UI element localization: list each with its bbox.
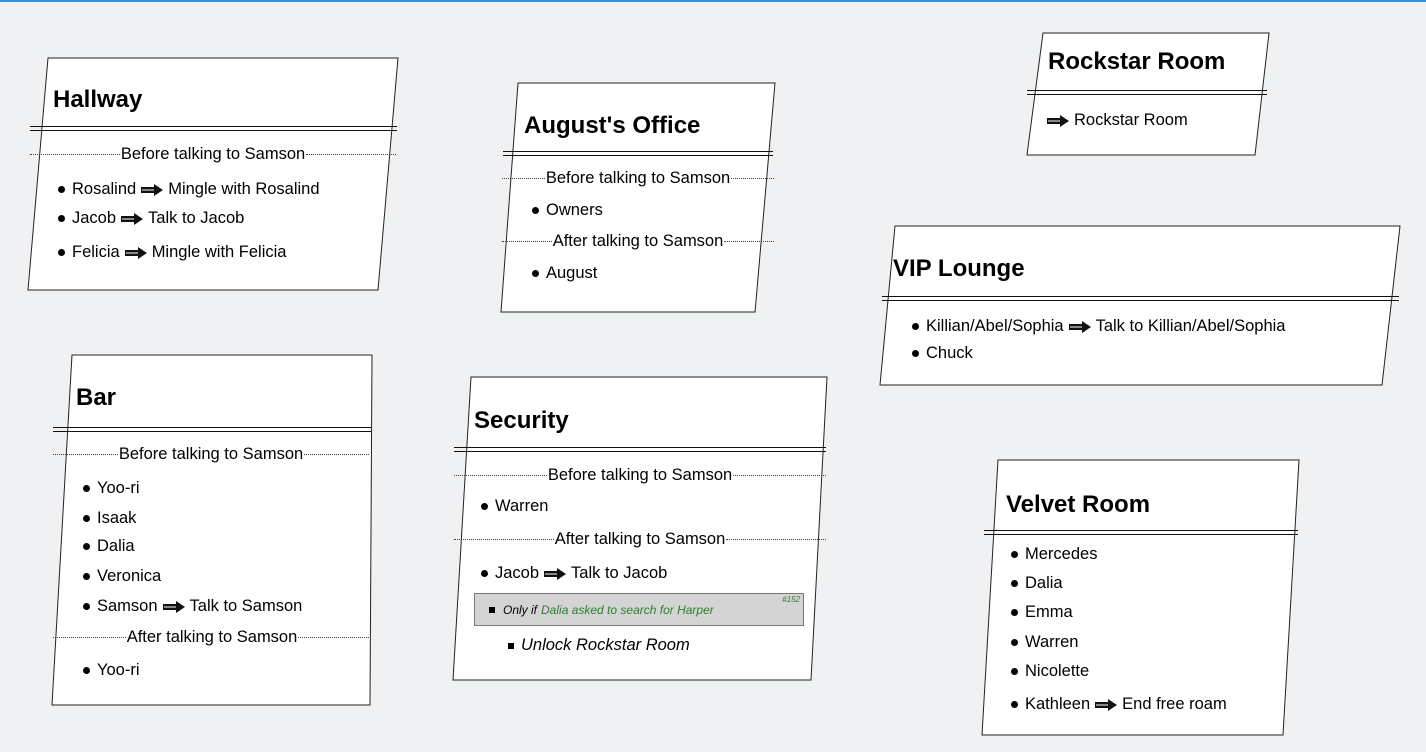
title-divider [454,447,826,452]
card-title: Bar [76,384,117,411]
card-title: Rockstar Room [1048,48,1226,75]
list-item: Yoo-ri [83,479,140,498]
bullet-icon [912,323,919,330]
card-title: August's Office [524,112,701,139]
separator-before-samson: Before talking to Samson [454,466,827,484]
separator-before-samson: Before talking to Samson [502,169,775,187]
bullet-icon [481,503,488,510]
bullet-icon [1011,551,1018,558]
arrow-icon [1095,698,1118,711]
separator-before-samson: Before talking to Samson [53,445,370,463]
bullet-icon [912,350,919,357]
bullet-icon [58,215,65,222]
arrow-icon [162,600,185,613]
unlock-item: Unlock Rockstar Room [508,636,690,655]
arrow-icon [124,246,147,259]
card-title: Security [474,407,569,434]
title-divider [984,530,1298,535]
bullet-icon [532,207,539,214]
title-divider [503,151,773,156]
bullet-icon [481,570,488,577]
list-item: Kathleen End free roam [1011,695,1227,714]
card-title: VIP Lounge [893,255,1025,282]
arrow-icon [1047,114,1069,127]
list-item: Jacob Talk to Jacob [481,564,667,583]
bullet-icon [1011,701,1018,708]
bullet-icon [83,543,90,550]
card-title: Velvet Room [1006,491,1151,518]
bullet-icon [508,642,514,649]
list-item: Emma [1011,603,1073,622]
title-divider [882,296,1399,301]
list-item: Mercedes [1011,545,1097,564]
list-item: Chuck [912,344,973,363]
bullet-icon [1011,609,1018,616]
bullet-icon [489,606,495,613]
bullet-icon [58,186,65,193]
title-divider [30,126,397,131]
bullet-icon [83,515,90,522]
list-item: Felicia Mingle with Felicia [58,243,286,262]
bullet-icon [83,573,90,580]
list-item: Warren [1011,633,1078,652]
bullet-icon [83,603,90,610]
bullet-icon [58,249,65,256]
list-item: Yoo-ri [83,661,140,680]
list-item: August [532,264,597,283]
list-item: Dalia [83,537,135,556]
separator-before-samson: Before talking to Samson [30,145,397,163]
separator-after-samson: After talking to Samson [502,232,774,250]
title-divider [1027,90,1267,95]
bullet-icon [83,667,90,674]
list-item: Dalia [1011,574,1063,593]
list-item: Killian/Abel/Sophia Talk to Killian/Abel… [912,317,1285,336]
bullet-icon [1011,580,1018,587]
link-rockstar-room[interactable]: Rockstar Room [1046,111,1188,130]
list-item: Isaak [83,509,136,528]
bullet-icon [532,270,539,277]
card-title: Hallway [53,86,143,113]
bullet-icon [1011,639,1018,646]
bullet-icon [83,485,90,492]
arrow-icon [544,567,567,580]
separator-after-samson: After talking to Samson [53,628,371,646]
header-bar [0,0,1426,2]
list-item: Veronica [83,567,161,586]
title-divider [53,427,371,432]
list-item: Jacob Talk to Jacob [58,209,244,228]
arrow-icon [121,212,144,225]
arrow-icon [1068,320,1091,333]
list-item: Rosalind Mingle with Rosalind [58,180,320,199]
condition-ref: #152 [782,595,800,604]
list-item: Samson Talk to Samson [83,597,302,616]
separator-after-samson: After talking to Samson [454,530,826,548]
list-item: Owners [532,201,603,220]
arrow-icon [141,183,164,196]
list-item: Nicolette [1011,662,1089,681]
condition-box: Only if Dalia asked to search for Harper… [474,593,804,626]
list-item: Warren [481,497,548,516]
bullet-icon [1011,668,1018,675]
